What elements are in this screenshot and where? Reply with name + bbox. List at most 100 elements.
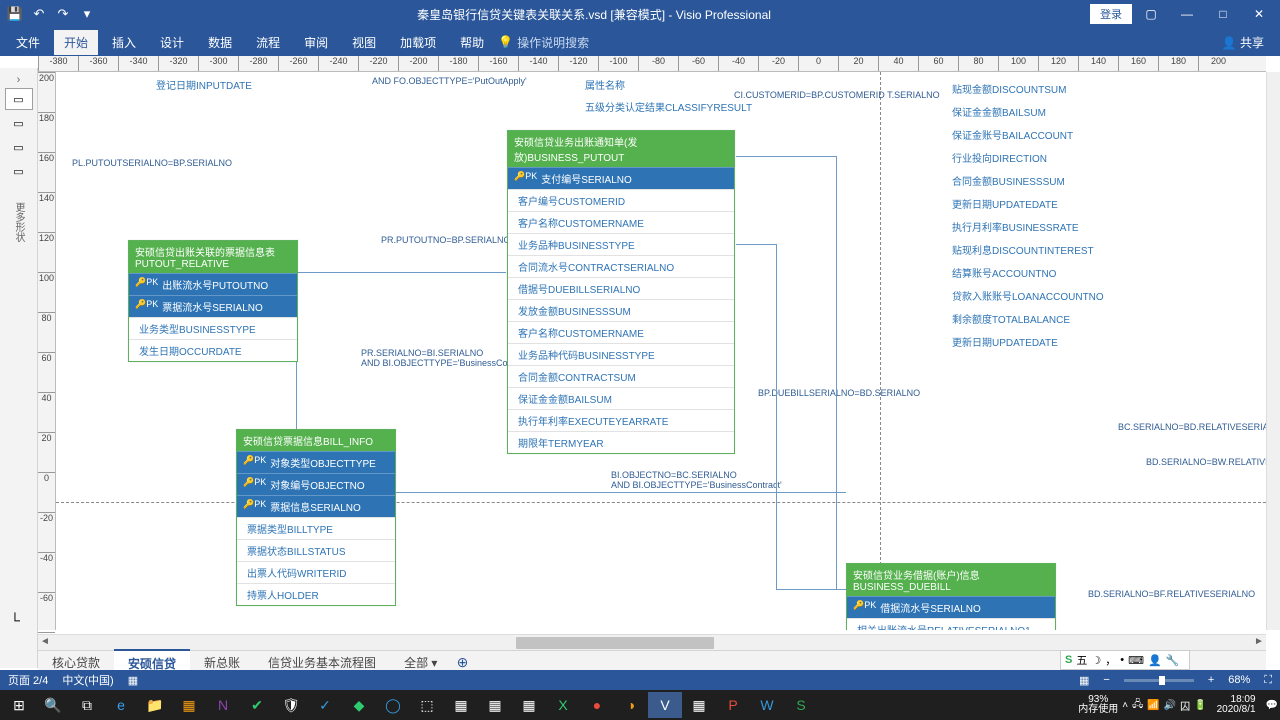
word-icon[interactable]: W: [750, 692, 784, 718]
search-icon[interactable]: 🔍: [36, 692, 70, 718]
explorer-icon[interactable]: 📁: [138, 692, 172, 718]
entity-business-putout[interactable]: 安硕信贷业务出账通知单(发放)BUSINESS_PUTOUT 🔑PK支付编号SE…: [507, 130, 735, 454]
tell-me[interactable]: 💡操作说明搜索: [498, 34, 589, 51]
tray-ime-icon[interactable]: 囚: [1180, 698, 1190, 713]
ime-moon-icon[interactable]: ☽: [1091, 654, 1101, 667]
sogou-taskbar-icon[interactable]: S: [784, 692, 818, 718]
start-button[interactable]: ⊞: [2, 692, 36, 718]
zoom-in-icon[interactable]: +: [1208, 674, 1214, 686]
app-icon-7[interactable]: ⬚: [410, 692, 444, 718]
shape-tool-1[interactable]: ▭: [5, 88, 33, 110]
scroll-right-icon[interactable]: ►: [1252, 636, 1266, 650]
app-icon-9[interactable]: ▦: [478, 692, 512, 718]
status-bar: 页面 2/4 中文(中国) ▦ ▦ − + 68% ⛶: [0, 670, 1280, 690]
tray-up-icon[interactable]: ˄: [1122, 700, 1128, 711]
tab-insert[interactable]: 插入: [102, 30, 146, 55]
scroll-thumb[interactable]: [516, 637, 714, 649]
qat-more-icon[interactable]: ▾: [76, 3, 98, 25]
app-icon-6[interactable]: ◯: [376, 692, 410, 718]
ime-settings-icon[interactable]: 🔧: [1166, 654, 1180, 667]
zoom-out-icon[interactable]: −: [1103, 674, 1109, 686]
app-icon-11[interactable]: ●: [580, 692, 614, 718]
tab-process[interactable]: 流程: [246, 30, 290, 55]
fit-page-icon[interactable]: ⛶: [1264, 674, 1272, 687]
shape-tool-3[interactable]: ▭: [5, 136, 33, 158]
shape-tool-2[interactable]: ▭: [5, 112, 33, 134]
tray-wifi-icon[interactable]: 📶: [1147, 700, 1159, 711]
app-icon-10[interactable]: ▦: [512, 692, 546, 718]
tab-file[interactable]: 文件: [6, 30, 50, 55]
app-icon-12[interactable]: ◑: [614, 692, 648, 718]
attr-bailsum: 保证金金额BAILSUM: [944, 103, 1054, 120]
edge-icon[interactable]: e: [104, 692, 138, 718]
system-tray[interactable]: 93%内存使用 ˄ 🖧 📶 🔊 囚 🔋 18:092020/8/1 💬: [1078, 695, 1278, 716]
minimize-icon[interactable]: ―: [1170, 2, 1204, 26]
key-icon: 🔑PK: [514, 171, 537, 186]
attr-accountno: 结算账号ACCOUNTNO: [944, 264, 1064, 281]
app-icon-13[interactable]: ▦: [682, 692, 716, 718]
drawing-canvas[interactable]: 登记日期INPUTDATE 属性名称 五级分类认定结果CLASSIFYRESUL…: [56, 72, 1266, 630]
app-icon-8[interactable]: ▦: [444, 692, 478, 718]
visio-icon[interactable]: V: [648, 692, 682, 718]
ruler-vertical: 200180160140120100806040200-20-40-60-80: [38, 72, 56, 630]
macro-icon[interactable]: ▦: [128, 674, 138, 687]
app-icon-4[interactable]: 🛡: [274, 692, 308, 718]
app-icon-1[interactable]: ▦: [172, 692, 206, 718]
tab-help[interactable]: 帮助: [450, 30, 494, 55]
tray-volume-icon[interactable]: 🔊: [1164, 700, 1176, 711]
shapes-panel: › ▭ ▭ ▭ ▭ 更多形状 └: [0, 68, 38, 668]
close-icon[interactable]: ✕: [1242, 2, 1276, 26]
tab-data[interactable]: 数据: [198, 30, 242, 55]
horizontal-scrollbar[interactable]: ◄ ►: [38, 634, 1266, 650]
rel-bi-objectno: BI.OBJECTNO=BC.SERIALNO AND BI.OBJECTTYP…: [611, 470, 782, 490]
title-bar: 💾 ↶ ↷ ▾ 秦皇岛银行信贷关键表关联关系.vsd [兼容模式] - Visi…: [0, 0, 1280, 28]
share-button[interactable]: 👤 共享: [1212, 30, 1274, 55]
language-indicator[interactable]: 中文(中国): [62, 672, 113, 688]
login-button[interactable]: 登录: [1090, 4, 1132, 24]
excel-icon[interactable]: X: [546, 692, 580, 718]
rel-bc-serial: BC.SERIALNO=BD.RELATIVESERIALNO2: [1118, 422, 1266, 432]
powerpoint-icon[interactable]: P: [716, 692, 750, 718]
ime-keyboard-icon[interactable]: ⌨: [1128, 654, 1144, 667]
add-sheet-button[interactable]: ⊕: [451, 654, 473, 671]
zoom-slider[interactable]: [1124, 679, 1194, 682]
undo-icon[interactable]: ↶: [28, 3, 50, 25]
app-icon-3[interactable]: ✔: [240, 692, 274, 718]
save-icon[interactable]: 💾: [4, 3, 26, 25]
connector-tool[interactable]: └: [10, 612, 20, 628]
tray-network-icon[interactable]: 🖧: [1132, 697, 1143, 714]
scroll-left-icon[interactable]: ◄: [38, 636, 52, 650]
tab-addins[interactable]: 加载项: [390, 30, 446, 55]
entity-bill-info[interactable]: 安硕信贷票据信息BILL_INFO 🔑PK对象类型OBJECTTYPE 🔑PK对…: [236, 429, 396, 606]
tray-battery-icon[interactable]: 🔋: [1194, 700, 1206, 711]
todo-icon[interactable]: ✓: [308, 692, 342, 718]
vertical-scrollbar[interactable]: [1266, 72, 1280, 630]
app-icon-5[interactable]: ◆: [342, 692, 376, 718]
tab-design[interactable]: 设计: [150, 30, 194, 55]
app-icon-2[interactable]: N: [206, 692, 240, 718]
shape-tool-4[interactable]: ▭: [5, 160, 33, 182]
entity-putout-relative[interactable]: 安硕信贷出账关联的票据信息表PUTOUT_RELATIVE 🔑PK出账流水号PU…: [128, 240, 298, 362]
task-view-icon[interactable]: ⧉: [70, 692, 104, 718]
panel-label: 更多形状: [11, 202, 26, 242]
ime-toolbar[interactable]: S 五 ☽ ，• ⌨ 👤 🔧: [1060, 650, 1190, 670]
maximize-icon[interactable]: □: [1206, 2, 1240, 26]
ribbon-display-icon[interactable]: ▢: [1134, 2, 1168, 26]
zoom-level[interactable]: 68%: [1228, 674, 1250, 686]
view-normal-icon[interactable]: ▦: [1079, 674, 1089, 687]
entity-business-duebill[interactable]: 安硕信贷业务借据(账户)信息BUSINESS_DUEBILL 🔑PK借据流水号S…: [846, 563, 1056, 630]
notifications-icon[interactable]: 💬: [1266, 700, 1278, 711]
rel-ci-customer: CI.CUSTOMERID=BP.CUSTOMERID T.SERIALNO: [734, 90, 940, 100]
redo-icon[interactable]: ↷: [52, 3, 74, 25]
clock[interactable]: 18:092020/8/1: [1211, 695, 1262, 716]
tab-review[interactable]: 审阅: [294, 30, 338, 55]
ime-user-icon[interactable]: 👤: [1148, 654, 1162, 667]
page-indicator[interactable]: 页面 2/4: [8, 672, 48, 688]
tab-home[interactable]: 开始: [54, 30, 98, 55]
attr-updatedate2: 更新日期UPDATEDATE: [944, 333, 1066, 350]
rel-bp-duebill: BP.DUEBILLSERIALNO=BD.SERIALNO: [758, 388, 920, 398]
attr-totalbalance: 剩余额度TOTALBALANCE: [944, 310, 1078, 327]
key-icon: 🔑PK: [243, 455, 266, 470]
tab-view[interactable]: 视图: [342, 30, 386, 55]
key-icon: 🔑PK: [135, 277, 158, 292]
